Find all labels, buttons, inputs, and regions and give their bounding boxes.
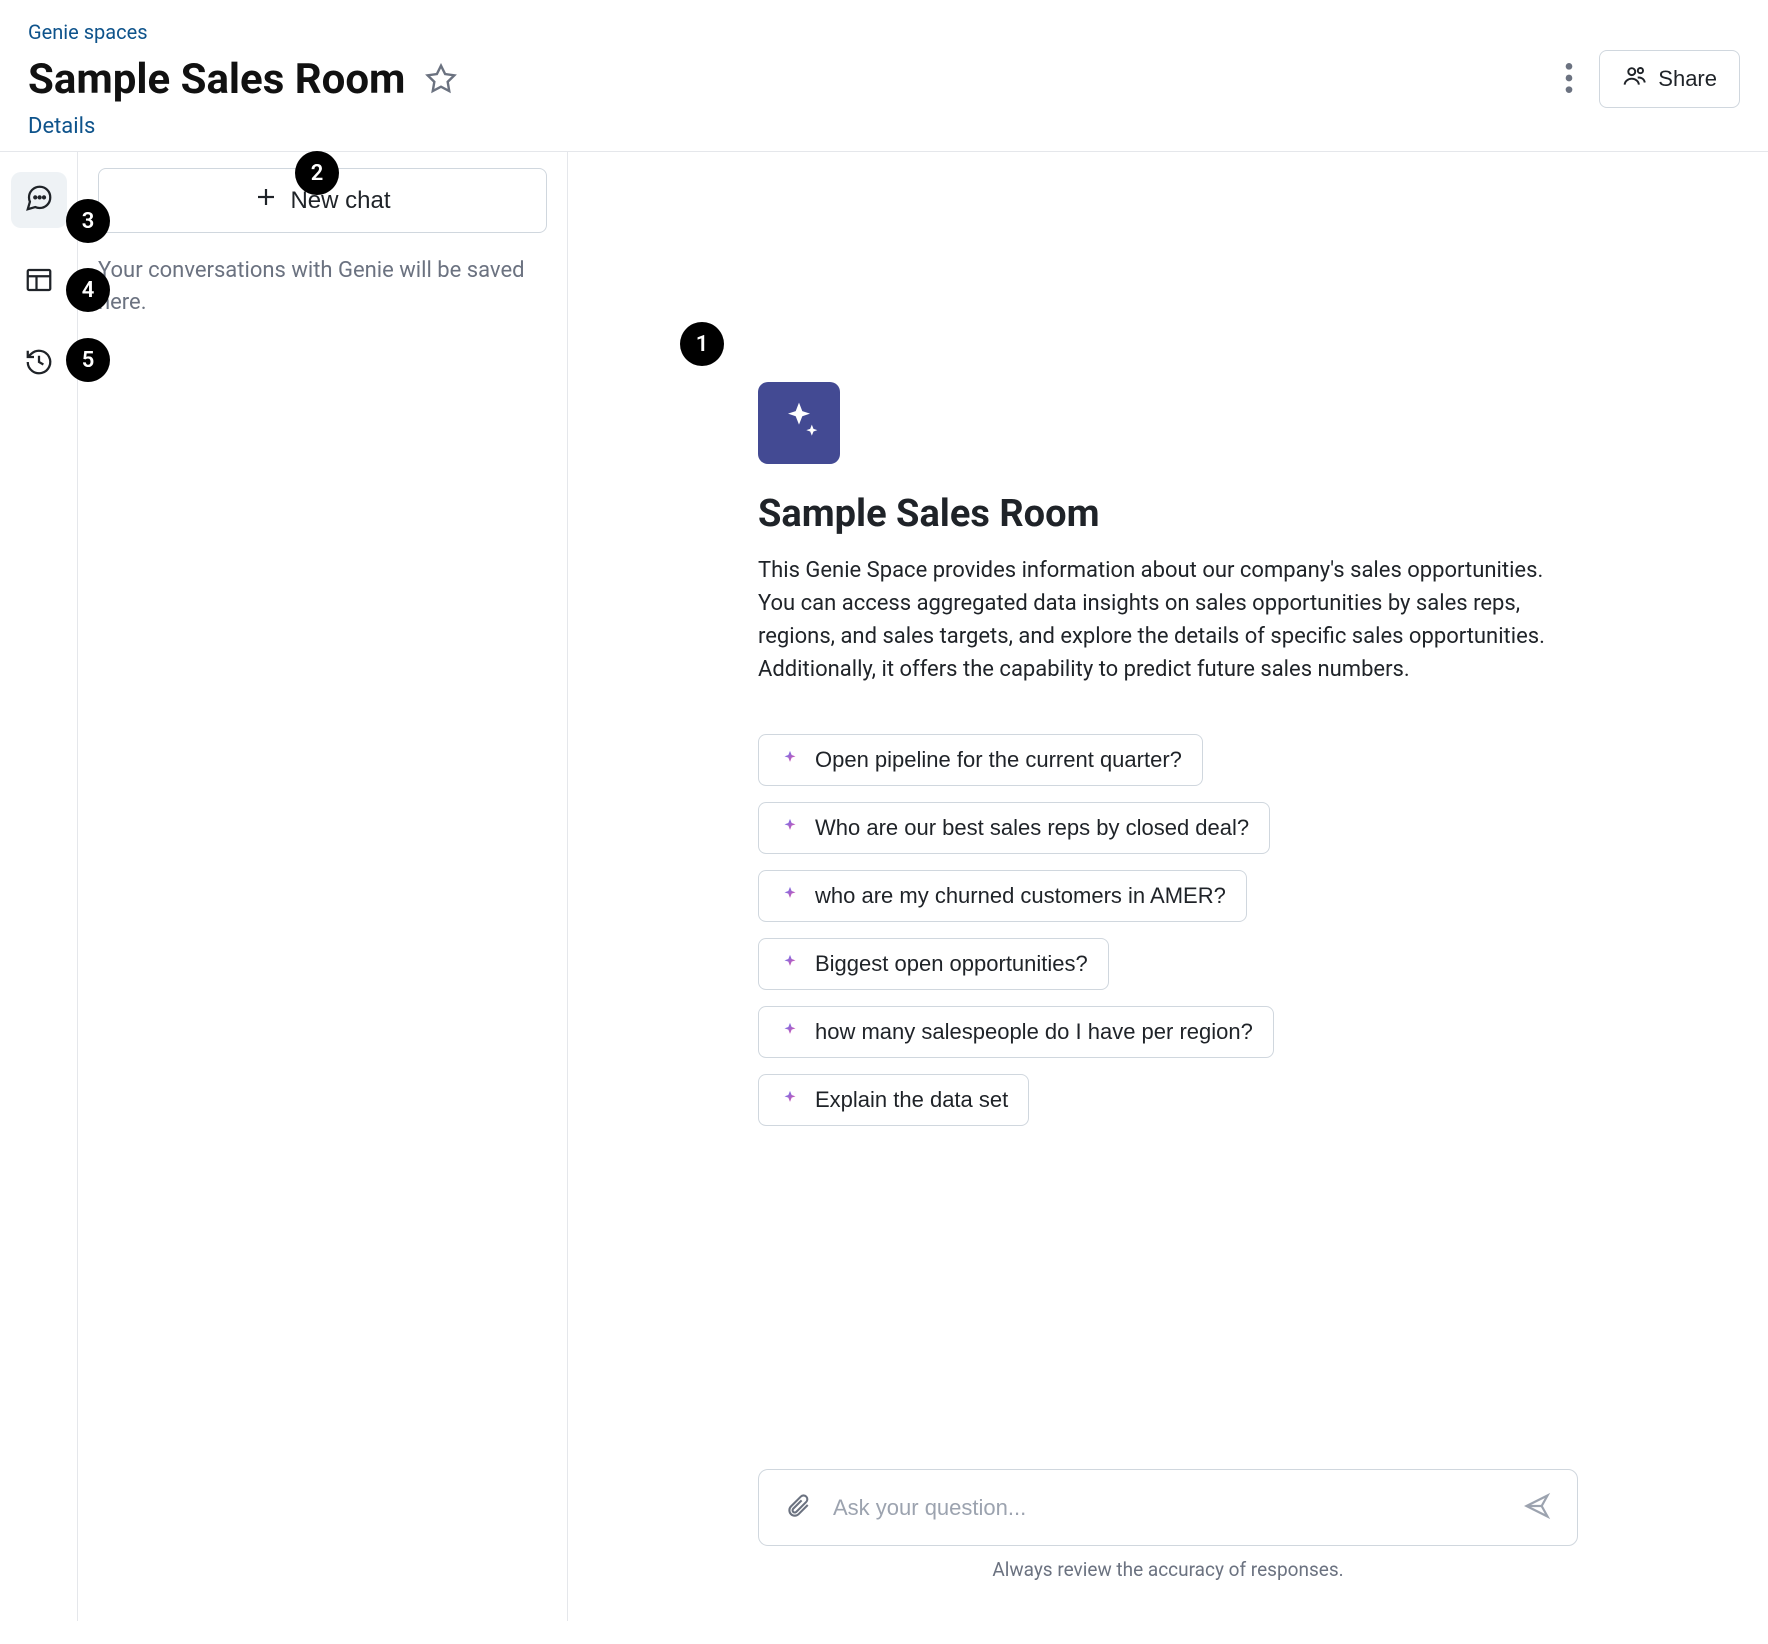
disclaimer-text: Always review the accuracy of responses.	[758, 1558, 1578, 1581]
table-icon	[24, 265, 54, 299]
chat-sidebar: New chat Your conversations with Genie w…	[78, 152, 568, 1621]
sparkle-small-icon	[779, 1021, 801, 1043]
callout-1: 1	[680, 322, 724, 366]
share-button[interactable]: Share	[1599, 50, 1740, 108]
left-rail	[0, 152, 78, 1621]
sparkle-small-icon	[779, 749, 801, 771]
suggestion-item[interactable]: Biggest open opportunities?	[758, 938, 1109, 990]
suggestion-item[interactable]: who are my churned customers in AMER?	[758, 870, 1247, 922]
suggestion-item[interactable]: Explain the data set	[758, 1074, 1029, 1126]
suggestion-text: Who are our best sales reps by closed de…	[815, 815, 1249, 841]
sparkle-small-icon	[779, 1089, 801, 1111]
rail-data-tab[interactable]	[11, 254, 67, 310]
sparkle-icon	[777, 399, 821, 447]
sparkle-small-icon	[779, 885, 801, 907]
plus-icon	[254, 185, 278, 216]
more-options-button[interactable]	[1557, 55, 1581, 104]
room-title: Sample Sales Room	[758, 492, 1578, 536]
send-icon	[1523, 1508, 1551, 1523]
chat-input-area: Always review the accuracy of responses.	[758, 1469, 1578, 1581]
suggestion-item[interactable]: Open pipeline for the current quarter?	[758, 734, 1203, 786]
sidebar-empty-text: Your conversations with Genie will be sa…	[98, 255, 547, 319]
room-description: This Genie Space provides information ab…	[758, 554, 1578, 686]
paperclip-icon	[785, 1507, 811, 1522]
favorite-button[interactable]	[421, 59, 461, 99]
suggestion-text: Open pipeline for the current quarter?	[815, 747, 1182, 773]
attach-button[interactable]	[781, 1489, 815, 1526]
send-button[interactable]	[1519, 1488, 1555, 1527]
suggestion-item[interactable]: Who are our best sales reps by closed de…	[758, 802, 1270, 854]
sparkle-small-icon	[779, 817, 801, 839]
breadcrumb-genie-spaces[interactable]: Genie spaces	[28, 20, 1740, 44]
suggestion-text: Biggest open opportunities?	[815, 951, 1088, 977]
callout-2: 2	[295, 151, 339, 195]
callout-4: 4	[66, 268, 110, 312]
callout-3: 3	[66, 199, 110, 243]
suggestion-text: Explain the data set	[815, 1087, 1008, 1113]
suggestion-list: Open pipeline for the current quarter? W…	[758, 734, 1578, 1126]
star-outline-icon	[425, 63, 457, 95]
page-title: Sample Sales Room	[28, 55, 405, 104]
kebab-icon	[1565, 81, 1573, 96]
chat-bubble-icon	[24, 183, 54, 217]
people-icon	[1622, 63, 1648, 95]
suggestion-text: who are my churned customers in AMER?	[815, 883, 1226, 909]
callout-5: 5	[66, 338, 110, 382]
history-icon	[24, 347, 54, 381]
rail-chat-tab[interactable]	[11, 172, 67, 228]
suggestion-item[interactable]: how many salespeople do I have per regio…	[758, 1006, 1274, 1058]
rail-history-tab[interactable]	[11, 336, 67, 392]
details-link[interactable]: Details	[28, 114, 95, 139]
suggestion-text: how many salespeople do I have per regio…	[815, 1019, 1253, 1045]
sparkle-small-icon	[779, 953, 801, 975]
genie-badge	[758, 382, 840, 464]
share-label: Share	[1658, 66, 1717, 92]
chat-input[interactable]	[833, 1495, 1501, 1521]
main-panel: Sample Sales Room This Genie Space provi…	[568, 152, 1768, 1621]
header: Genie spaces Sample Sales Room	[0, 0, 1768, 152]
